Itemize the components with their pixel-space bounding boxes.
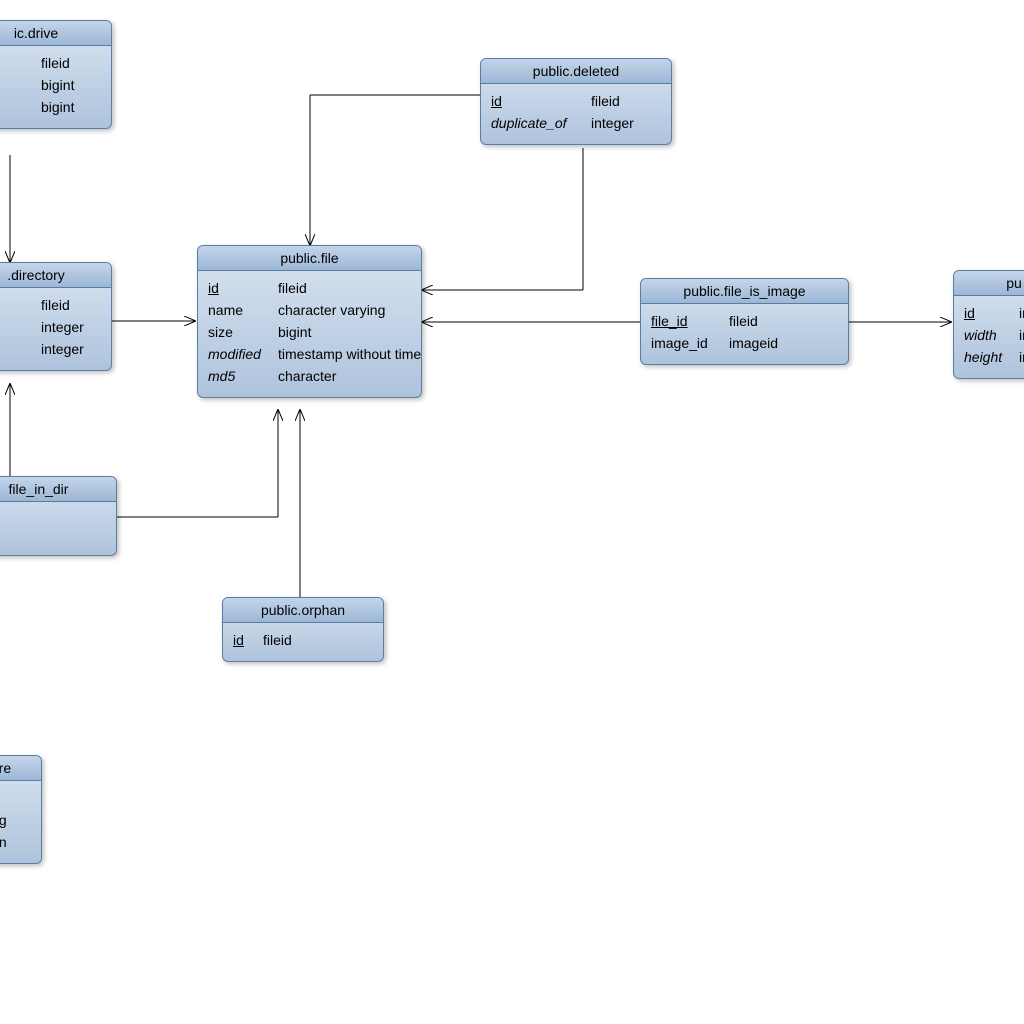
entity-columns: idim widthin heightin — [954, 296, 1024, 378]
relationship-arrows — [0, 0, 1024, 1024]
entity-file-is-image[interactable]: public.file_is_image file_idfileid image… — [640, 278, 849, 365]
entity-columns: fileid bigint bigint — [0, 46, 111, 128]
entity-title: ure — [0, 756, 41, 781]
entity-directory[interactable]: .directory fileid integer sinteger — [0, 262, 112, 371]
entity-title: pu — [954, 271, 1024, 296]
entity-title: public.deleted — [481, 59, 671, 84]
entity-file-in-dir[interactable]: file_in_dir — [0, 476, 117, 556]
entity-title: .directory — [0, 263, 111, 288]
entity-columns: fileid integer sinteger — [0, 288, 111, 370]
entity-deleted[interactable]: public.deleted idfileid duplicate_ofinte… — [480, 58, 672, 145]
entity-image[interactable]: pu idim widthin heightin — [953, 270, 1024, 379]
entity-columns: idfileid duplicate_ofinteger — [481, 84, 671, 144]
entity-title: public.file — [198, 246, 421, 271]
entity-file[interactable]: public.file idfileid namecharacter varyi… — [197, 245, 422, 398]
entity-title: public.orphan — [223, 598, 383, 623]
entity-columns: idfileid — [223, 623, 383, 661]
er-diagram-canvas: ic.drive fileid bigint bigint .directory… — [0, 0, 1024, 1024]
entity-columns: file_idfileid image_idimageid — [641, 304, 848, 364]
entity-columns — [0, 502, 116, 518]
entity-columns: idfileid namecharacter varying sizebigin… — [198, 271, 421, 397]
entity-drive[interactable]: ic.drive fileid bigint bigint — [0, 20, 112, 129]
entity-ure[interactable]: ure ying sion — [0, 755, 42, 864]
entity-orphan[interactable]: public.orphan idfileid — [222, 597, 384, 662]
entity-title: ic.drive — [0, 21, 111, 46]
entity-columns: ying sion — [0, 781, 41, 863]
entity-title: file_in_dir — [0, 477, 116, 502]
entity-title: public.file_is_image — [641, 279, 848, 304]
